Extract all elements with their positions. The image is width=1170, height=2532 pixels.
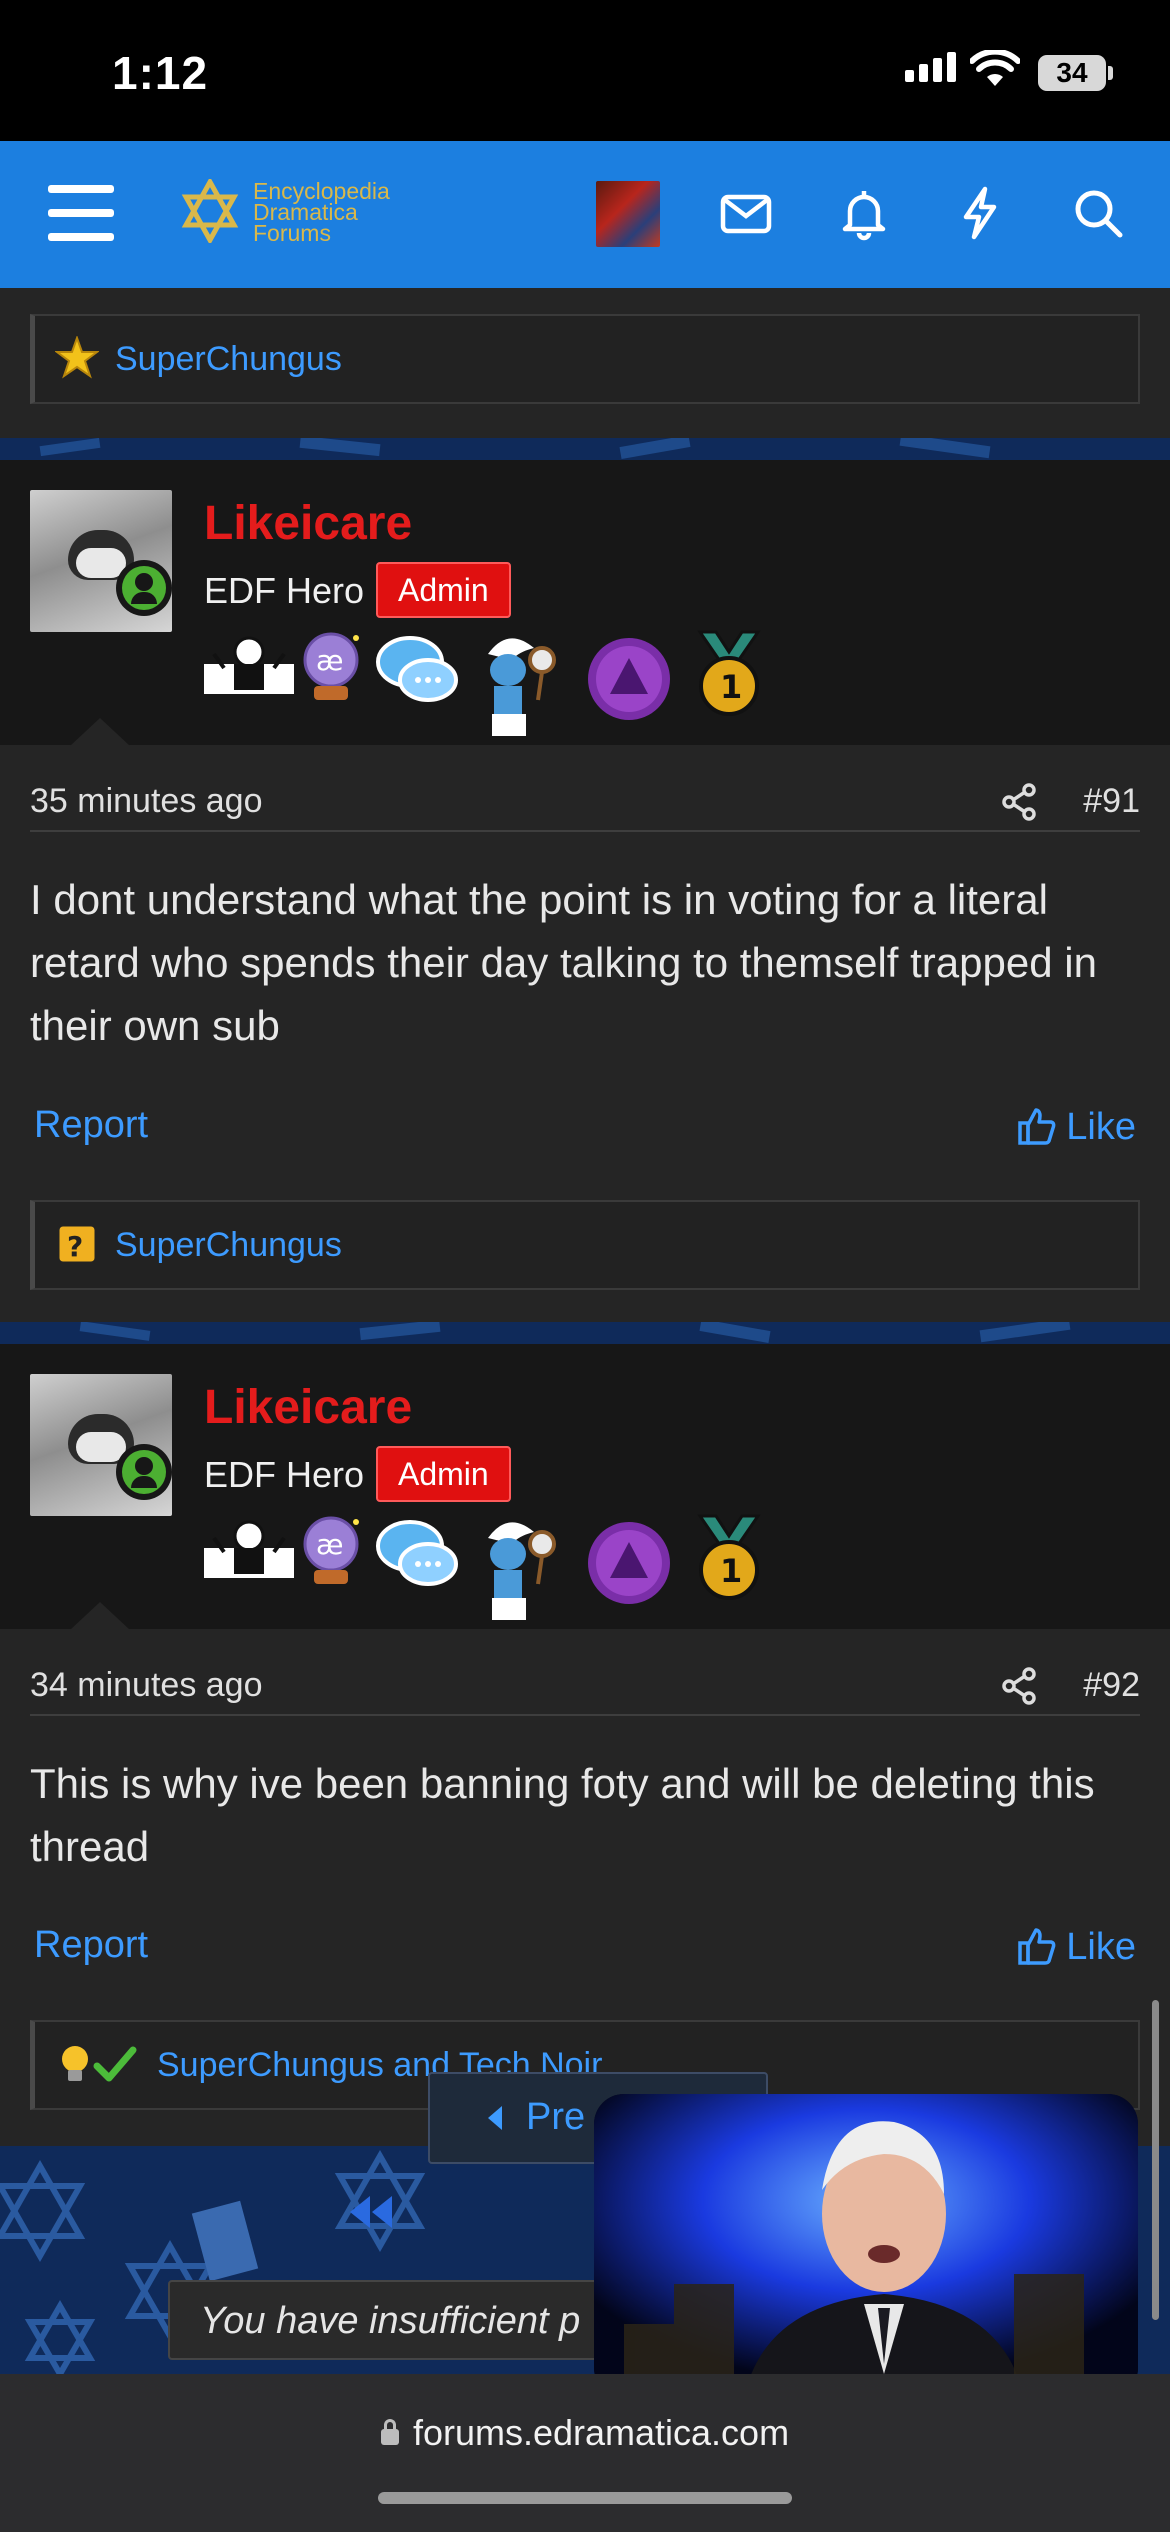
post-time[interactable]: 35 minutes ago <box>30 782 263 821</box>
background-pattern <box>0 1322 1170 1344</box>
gold-medal-icon: 1 <box>697 1514 761 1600</box>
bell-icon[interactable] <box>836 185 892 241</box>
background-pattern <box>0 438 1170 460</box>
online-status-icon <box>116 1444 172 1500</box>
post-header: Likeicare EDF Hero Admin æ 1 <box>0 1344 1170 1630</box>
chat-bubbles-icon <box>376 1520 458 1586</box>
post-content: I dont understand what the point is in v… <box>30 876 1097 1049</box>
trophy-man-icon <box>204 636 294 694</box>
svg-text:1: 1 <box>720 668 742 706</box>
report-link[interactable]: Report <box>34 1104 148 1147</box>
scroll-indicator[interactable] <box>1152 2000 1159 2320</box>
svg-text:1: 1 <box>720 1552 742 1590</box>
post-username[interactable]: Likeicare <box>204 496 412 551</box>
search-icon[interactable] <box>1070 185 1126 241</box>
menu-icon[interactable] <box>48 185 114 241</box>
purple-gem-icon <box>588 1522 670 1604</box>
user-title: EDF Hero <box>204 570 365 611</box>
chat-bubbles-icon <box>376 636 458 702</box>
browser-url-bar[interactable]: forums.edramatica.com <box>0 2374 1170 2532</box>
star-icon <box>55 336 99 379</box>
report-link[interactable]: Report <box>34 1924 148 1967</box>
crystal-ball-icon: æ <box>303 632 359 700</box>
svg-text:æ: æ <box>316 1528 344 1561</box>
reaction-users[interactable]: SuperChungus <box>115 340 342 379</box>
site-logo-icon[interactable] <box>178 179 242 243</box>
battery-icon: 34 <box>1038 55 1106 91</box>
wifi-icon <box>970 50 1020 86</box>
svg-text:æ: æ <box>316 644 344 677</box>
admin-badge: Admin <box>376 562 511 618</box>
question-block-icon: ? <box>56 1223 98 1265</box>
status-bar: 1:12 34 <box>0 0 1170 141</box>
lock-icon <box>380 2419 399 2447</box>
thumbs-up-icon <box>1018 1108 1056 1145</box>
reaction-bar[interactable]: ? SuperChungus <box>30 1200 1140 1290</box>
chevron-left-icon <box>488 2106 502 2130</box>
crystal-ball-icon: æ <box>303 1516 359 1584</box>
admin-badge: Admin <box>376 1446 511 1502</box>
purple-gem-icon <box>588 638 670 720</box>
bolt-icon[interactable] <box>952 185 1008 241</box>
user-avatar[interactable] <box>596 181 660 247</box>
post-number[interactable]: #92 <box>1083 1666 1140 1705</box>
gold-medal-icon: 1 <box>697 630 761 716</box>
pip-video[interactable] <box>594 2094 1138 2398</box>
post-meta: 35 minutes ago #91 <box>30 782 1140 832</box>
reaction-bar[interactable]: SuperChungus <box>30 314 1140 404</box>
trophy-man-icon <box>204 1520 294 1578</box>
post-header: Likeicare EDF Hero Admin æ 1 <box>0 460 1170 746</box>
user-title: EDF Hero <box>204 1454 365 1495</box>
post-meta: 34 minutes ago #92 <box>30 1666 1140 1716</box>
online-status-icon <box>116 560 172 616</box>
like-button[interactable]: Like <box>1018 1106 1136 1149</box>
post-content: This is why ive been banning foty and wi… <box>30 1760 1095 1870</box>
site-logo-text[interactable]: Encyclopedia Dramatica Forums <box>253 180 390 245</box>
first-page-icon[interactable] <box>348 2194 396 2230</box>
top-nav-bar: Encyclopedia Dramatica Forums <box>0 141 1170 288</box>
smurf-icon <box>488 1522 556 1620</box>
svg-text:?: ? <box>67 1230 83 1263</box>
share-icon[interactable] <box>1000 1666 1038 1706</box>
post-number[interactable]: #91 <box>1083 782 1140 821</box>
lightbulb-icon <box>62 2046 88 2081</box>
status-time: 1:12 <box>112 47 209 99</box>
url-text[interactable]: forums.edramatica.com <box>413 2412 789 2453</box>
home-indicator[interactable] <box>378 2492 792 2504</box>
check-icon <box>93 2046 137 2082</box>
inbox-icon[interactable] <box>718 185 774 241</box>
post-username[interactable]: Likeicare <box>204 1380 412 1435</box>
smurf-icon <box>488 638 556 736</box>
reaction-users[interactable]: SuperChungus <box>115 1226 342 1265</box>
share-icon[interactable] <box>1000 782 1038 822</box>
post-time[interactable]: 34 minutes ago <box>30 1666 263 1705</box>
like-button[interactable]: Like <box>1018 1926 1136 1969</box>
thumbs-up-icon <box>1018 1928 1056 1965</box>
